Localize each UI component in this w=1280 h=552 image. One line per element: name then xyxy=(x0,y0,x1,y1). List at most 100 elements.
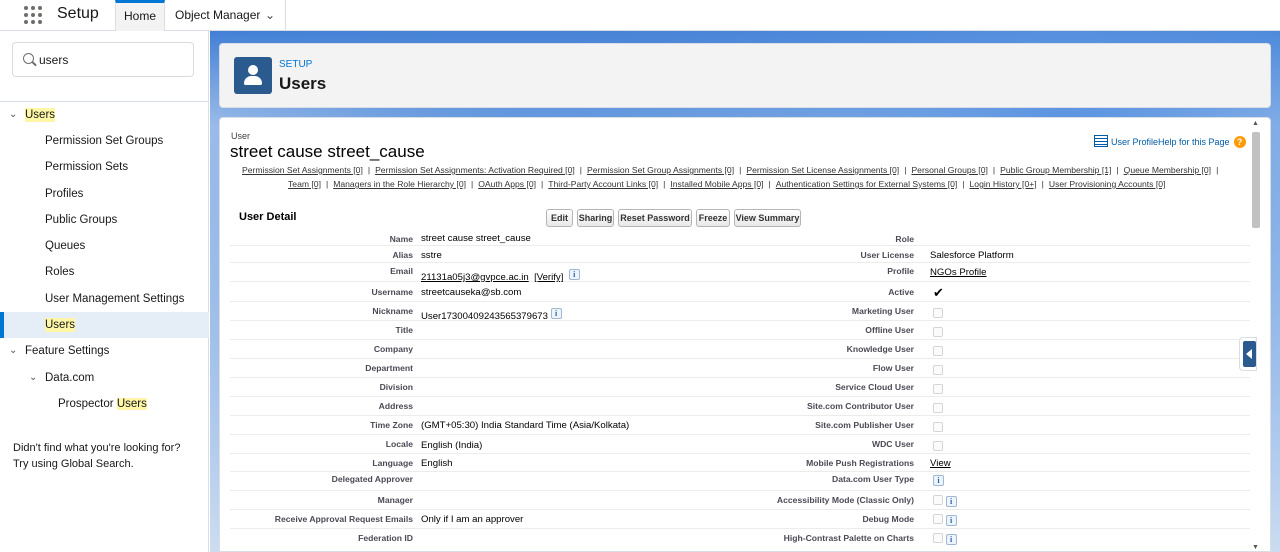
sidebar-item-users[interactable]: Users xyxy=(0,312,209,338)
app-launcher-icon[interactable] xyxy=(24,6,42,24)
profile-link[interactable]: NGOs Profile xyxy=(930,267,987,278)
field-label: Profile xyxy=(887,266,914,276)
checkbox-unchecked xyxy=(933,384,943,394)
sidebar-group-label: Data.com xyxy=(45,372,95,384)
field-label: Data.com User Type xyxy=(832,474,914,484)
freeze-button[interactable]: Freeze xyxy=(696,209,730,227)
field-row: Name street cause street_cause Role xyxy=(230,231,1250,246)
sharing-button[interactable]: Sharing xyxy=(577,209,614,227)
sidebar-item-prospector-users[interactable]: Prospector Users xyxy=(0,391,209,417)
related-list-link[interactable]: Login History [0+] xyxy=(970,179,1037,189)
related-list-link[interactable]: Managers in the Role Hierarchy [0] xyxy=(333,179,466,189)
user-detail-page: User street cause street_cause User Prof… xyxy=(219,117,1271,552)
link-separator: | xyxy=(962,179,965,189)
chevron-down-icon[interactable]: ⌄ xyxy=(29,365,37,391)
info-icon[interactable]: i xyxy=(945,496,957,507)
related-list-link[interactable]: Personal Groups [0] xyxy=(911,165,987,175)
sidebar-item-queues[interactable]: Queues xyxy=(0,233,209,259)
related-list-link[interactable]: Permission Set Group Assignments [0] xyxy=(587,165,734,175)
sidebar-help-text: Didn't find what you're looking for? Try… xyxy=(13,440,203,472)
info-icon[interactable]: i xyxy=(550,308,562,319)
sidebar-group-datacom[interactable]: ⌄ Data.com xyxy=(0,365,209,391)
main-region: SETUP Users User street cause street_cau… xyxy=(210,31,1280,552)
related-list-link[interactable]: Third-Party Account Links [0] xyxy=(548,179,658,189)
chevron-down-icon[interactable]: ⌄ xyxy=(9,102,17,128)
sidebar-item-permission-sets[interactable]: Permission Sets xyxy=(0,154,209,180)
field-value: sstre xyxy=(421,250,442,261)
chevron-down-icon[interactable]: ⌄ xyxy=(265,0,275,30)
link-separator: | xyxy=(904,165,907,175)
scrollbar-thumb[interactable] xyxy=(1252,132,1260,228)
info-icon[interactable]: i xyxy=(568,269,580,280)
question-icon[interactable]: ? xyxy=(1233,136,1246,148)
sidebar-item-label: User Management Settings xyxy=(45,293,185,305)
checkbox-unchecked xyxy=(933,514,943,524)
breadcrumb[interactable]: SETUP xyxy=(279,59,312,70)
quick-find-input[interactable] xyxy=(39,51,189,69)
quick-find-box[interactable] xyxy=(12,42,194,77)
field-row: Locale English (India) WDC User xyxy=(230,435,1250,454)
info-icon[interactable]: i xyxy=(933,475,944,486)
checkbox-unchecked xyxy=(933,308,943,318)
sidebar-item-public-groups[interactable]: Public Groups xyxy=(0,207,209,233)
scrollbar[interactable]: ▲ ▼ xyxy=(1250,120,1262,551)
sidebar-item-label: Users xyxy=(45,318,76,332)
related-list-link[interactable]: Permission Set License Assignments [0] xyxy=(746,165,899,175)
field-label: High-Contrast Palette on Charts xyxy=(783,533,914,543)
related-list-link[interactable]: Permission Set Assignments [0] xyxy=(242,165,363,175)
info-icon[interactable]: i xyxy=(945,534,957,545)
sidebar-item-user-management-settings[interactable]: User Management Settings xyxy=(0,286,209,312)
field-label: Mobile Push Registrations xyxy=(806,458,914,468)
field-label: Flow User xyxy=(872,363,914,373)
related-list-link[interactable]: Installed Mobile Apps [0] xyxy=(670,179,763,189)
sidebar-group-feature-settings[interactable]: ⌄ Feature Settings xyxy=(0,338,209,364)
help-for-this-page-link[interactable]: User ProfileHelp for this Page? xyxy=(1094,135,1246,148)
chevron-down-icon[interactable]: ⌄ xyxy=(9,338,17,364)
related-list-link[interactable]: User Provisioning Accounts [0] xyxy=(1049,179,1166,189)
info-icon[interactable]: i xyxy=(945,515,957,526)
related-list-link[interactable]: Team [0] xyxy=(288,179,321,189)
field-label: Receive Approval Request Emails xyxy=(274,514,413,524)
sidebar-item-label: Public Groups xyxy=(45,214,118,226)
tab-home[interactable]: Home xyxy=(115,0,165,31)
checkbox-unchecked xyxy=(933,495,943,505)
related-list-link[interactable]: Queue Membership [0] xyxy=(1124,165,1211,175)
field-label: Offline User xyxy=(865,325,914,335)
related-list-link[interactable]: Authentication Settings for External Sys… xyxy=(776,179,958,189)
link-separator: | xyxy=(1041,179,1044,189)
checkbox-unchecked xyxy=(933,346,943,356)
field-label: Email xyxy=(390,266,413,276)
field-label: Knowledge User xyxy=(846,344,914,354)
sidebar-group-users[interactable]: ⌄ Users xyxy=(0,102,209,128)
field-label: Locale xyxy=(385,439,413,449)
field-label: Address xyxy=(378,401,413,411)
field-label: Manager xyxy=(377,495,413,505)
view-summary-button[interactable]: View Summary xyxy=(734,209,801,227)
mobile-push-view-link[interactable]: View xyxy=(930,458,951,469)
scroll-up-icon[interactable]: ▲ xyxy=(1252,120,1259,127)
field-label: Title xyxy=(395,325,413,335)
related-list-link[interactable]: Permission Set Assignments: Activation R… xyxy=(375,165,575,175)
sidebar-item-roles[interactable]: Roles xyxy=(0,259,209,285)
field-row: Language English Mobile Push Registratio… xyxy=(230,454,1250,472)
field-label: Department xyxy=(365,363,413,373)
field-value: (GMT+05:30) India Standard Time (Asia/Ko… xyxy=(421,420,630,431)
setup-sidebar: ⌄ Users Permission Set Groups Permission… xyxy=(0,31,209,552)
related-list-link[interactable]: Public Group Membership [1] xyxy=(1000,165,1111,175)
tab-object-manager[interactable]: Object Manager ⌄ xyxy=(166,0,286,31)
sidebar-item-profiles[interactable]: Profiles xyxy=(0,181,209,207)
scroll-down-icon[interactable]: ▼ xyxy=(1252,544,1259,551)
link-separator: | xyxy=(1116,165,1119,175)
sidebar-item-permission-set-groups[interactable]: Permission Set Groups xyxy=(0,128,209,154)
reset-password-button[interactable]: Reset Password xyxy=(618,209,692,227)
help-link-text[interactable]: User ProfileHelp for this Page xyxy=(1111,137,1230,147)
field-label: Service Cloud User xyxy=(835,382,914,392)
field-label: Marketing User xyxy=(851,306,914,316)
field-label: Delegated Approver xyxy=(331,474,413,484)
help-line-2: Try using Global Search. xyxy=(13,458,134,470)
edit-button[interactable]: Edit xyxy=(546,209,573,227)
link-separator: | xyxy=(471,179,474,189)
sidebar-group-label: Feature Settings xyxy=(25,345,110,357)
sidebar-item-label: Permission Set Groups xyxy=(45,135,164,147)
related-list-link[interactable]: OAuth Apps [0] xyxy=(478,179,536,189)
